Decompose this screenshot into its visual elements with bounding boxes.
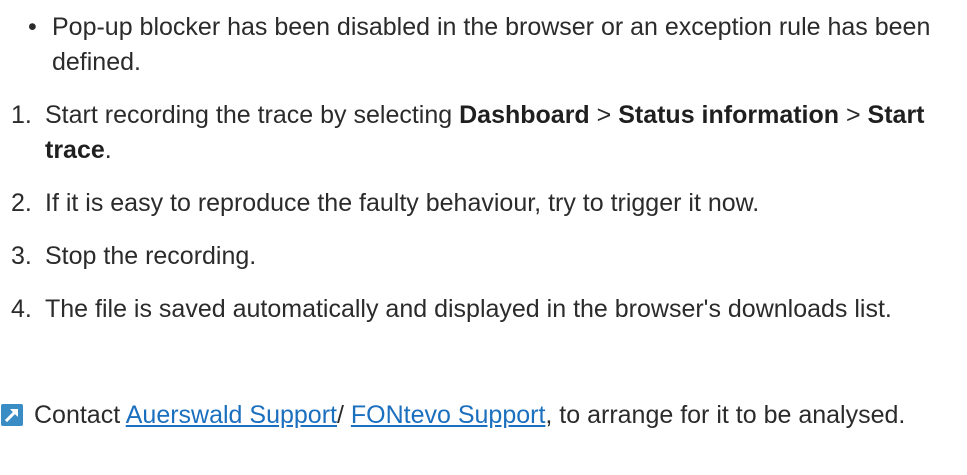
result-text-part: , to arrange for it to be analysed.	[545, 401, 906, 429]
bullet-mark: •	[28, 13, 37, 41]
menu-separator: >	[589, 101, 619, 129]
menu-status-information: Status information	[618, 101, 840, 129]
step-text: Stop the recording.	[45, 242, 257, 270]
auerswald-support-link[interactable]: Auerswald Support	[126, 401, 337, 429]
arrow-up-right-icon	[1, 404, 23, 426]
step-text: If it is easy to reproduce the faulty be…	[45, 189, 760, 217]
step-text-part: .	[104, 136, 112, 164]
menu-separator: >	[839, 101, 868, 129]
step-number: 1.	[11, 101, 32, 129]
step-text: The file is saved automatically and disp…	[45, 295, 892, 323]
step-text-part: Start recording the trace by selecting	[45, 101, 460, 129]
fontevo-support-link[interactable]: FONtevo Support	[351, 401, 546, 429]
menu-dashboard: Dashboard	[459, 101, 590, 129]
result-text-part: Contact	[34, 401, 126, 429]
result-text: Contact Auerswald Support/ FONtevo Suppo…	[34, 398, 954, 433]
link-separator: /	[336, 401, 351, 429]
prerequisite-text: Pop-up blocker has been disabled in the …	[52, 13, 931, 76]
step-number: 4.	[11, 295, 32, 323]
step-number: 2.	[11, 189, 32, 217]
step-text: Start recording the trace by selecting D…	[45, 98, 950, 168]
step-number: 3.	[11, 242, 32, 270]
